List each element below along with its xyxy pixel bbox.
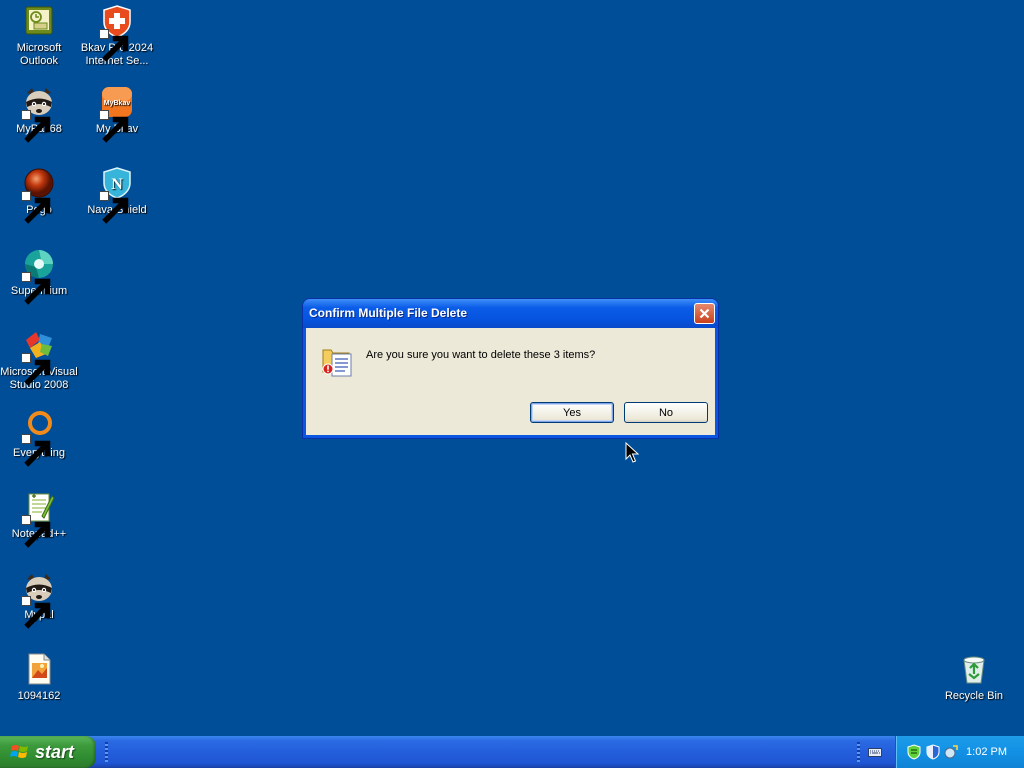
taskbar: start 1:02 PM	[0, 736, 1024, 768]
desktop-icon-supermium[interactable]: Supermium	[0, 247, 78, 305]
dialog-titlebar[interactable]: Confirm Multiple File Delete	[303, 299, 718, 328]
desktop-icon-pego[interactable]: Pego	[0, 166, 78, 224]
desktop-icon-notepad-plus-plus[interactable]: Notepad++	[0, 490, 78, 548]
shortcut-arrow-icon	[21, 191, 51, 224]
raccoon-icon	[21, 571, 56, 629]
desktop-icon-my-bkav[interactable]: MyBkav My Bkav	[78, 85, 156, 143]
recycle-bin-icon	[957, 652, 991, 686]
shortcut-arrow-icon	[21, 272, 51, 305]
start-label: start	[35, 741, 75, 762]
delete-files-icon	[319, 342, 355, 378]
nava-shield-icon: N	[99, 166, 134, 224]
shortcut-arrow-icon	[99, 110, 129, 143]
mouse-cursor-icon	[625, 442, 639, 463]
desktop-icon-mypal[interactable]: Mypal	[0, 571, 78, 629]
no-button[interactable]: No	[624, 402, 708, 423]
mybkav-badge-text: MyBkav	[104, 100, 131, 107]
bkav-tray-icon[interactable]	[906, 744, 922, 760]
shortcut-arrow-icon	[21, 515, 51, 548]
everything-icon	[21, 409, 56, 467]
pego-icon	[21, 166, 56, 224]
shortcut-arrow-icon	[21, 596, 51, 629]
desktop-icon-mypal-68[interactable]: MyPal 68	[0, 85, 78, 143]
dialog-title: Confirm Multiple File Delete	[309, 306, 468, 320]
desktop-icon-label: Microsoft Outlook	[16, 42, 62, 67]
shortcut-arrow-icon	[21, 110, 51, 143]
desktop-icon-label: 1094162	[17, 690, 61, 702]
visual-studio-icon	[21, 328, 56, 386]
shortcut-arrow-icon	[99, 29, 129, 62]
mybkav-icon: MyBkav	[99, 85, 134, 143]
taskbar-clock[interactable]: 1:02 PM	[966, 746, 1007, 758]
desktop-icon-1094162[interactable]: 1094162	[0, 652, 78, 703]
nava-letter: N	[111, 176, 123, 193]
confirm-delete-dialog: Confirm Multiple File Delete Are you sur…	[303, 299, 718, 438]
shield-tray-icon[interactable]	[925, 744, 941, 760]
raccoon-icon	[21, 85, 56, 143]
desktop-icon-nava-shield[interactable]: N Nava Shield	[78, 166, 156, 224]
desktop-icon-microsoft-outlook[interactable]: Microsoft Outlook	[0, 4, 78, 68]
dialog-message: Are you sure you want to delete these 3 …	[366, 349, 596, 361]
outlook-icon	[22, 4, 56, 38]
dialog-body: Are you sure you want to delete these 3 …	[306, 328, 715, 435]
system-tray: 1:02 PM	[895, 736, 1024, 768]
desktop-icon-bkav-pro[interactable]: Bkav Pro 2024 Internet Se...	[78, 4, 156, 68]
shortcut-arrow-icon	[99, 191, 129, 224]
start-button[interactable]: start	[0, 736, 96, 768]
image-file-icon	[22, 652, 56, 686]
desktop: Microsoft Outlook Bkav Pro 2024 Internet…	[0, 0, 1024, 736]
close-icon	[699, 308, 710, 319]
desktop-icon-everything[interactable]: Everything	[0, 409, 78, 467]
windows-flag-icon	[10, 745, 28, 758]
notepad-plus-plus-icon	[21, 490, 56, 548]
shortcut-arrow-icon	[21, 434, 51, 467]
taskbar-grip[interactable]	[857, 742, 860, 762]
bkav-shield-icon	[99, 4, 134, 62]
network-tray-icon[interactable]	[943, 744, 959, 760]
supermium-icon	[21, 247, 56, 305]
shortcut-arrow-icon	[21, 353, 51, 386]
desktop-icon-visual-studio[interactable]: Microsoft Visual Studio 2008	[0, 328, 78, 392]
desktop-icon-recycle-bin[interactable]: Recycle Bin	[935, 652, 1013, 703]
keyboard-icon[interactable]	[868, 746, 882, 758]
yes-button[interactable]: Yes	[530, 402, 614, 423]
close-button[interactable]	[694, 303, 715, 324]
taskbar-grip[interactable]	[105, 742, 108, 762]
desktop-icon-label: Recycle Bin	[944, 690, 1004, 702]
